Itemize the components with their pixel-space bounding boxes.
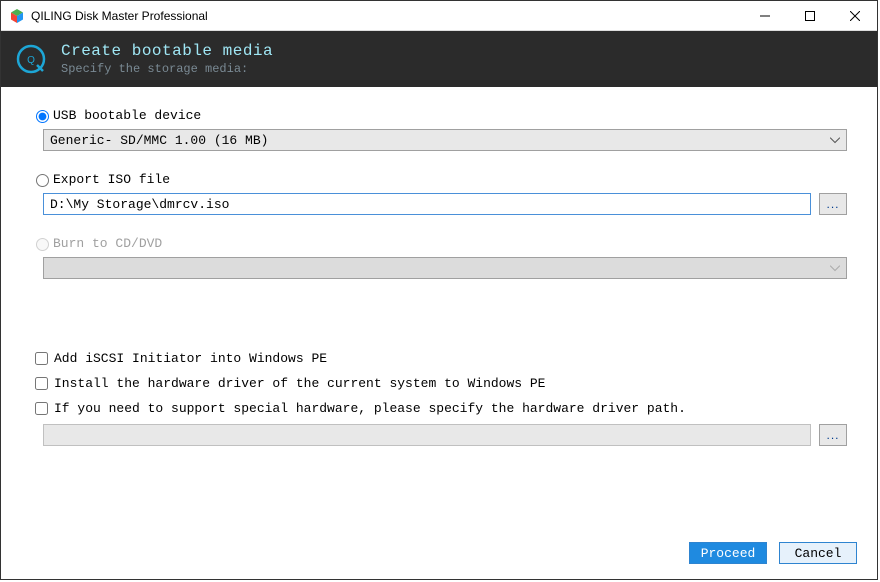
header-band: Q Create bootable media Specify the stor… bbox=[1, 31, 877, 87]
driver-path-input bbox=[43, 424, 811, 446]
radio-usb[interactable]: USB bootable device bbox=[31, 107, 847, 123]
checkbox-section: Add iSCSI Initiator into Windows PE Inst… bbox=[31, 349, 847, 446]
iso-browse-button[interactable]: ... bbox=[819, 193, 847, 215]
check-hw-driver[interactable]: Install the hardware driver of the curre… bbox=[31, 374, 847, 393]
radio-iso-label: Export ISO file bbox=[53, 172, 170, 187]
check-iscsi-input[interactable] bbox=[35, 352, 48, 365]
iso-path-input[interactable] bbox=[43, 193, 811, 215]
window-title: QILING Disk Master Professional bbox=[31, 9, 742, 23]
svg-text:Q: Q bbox=[27, 55, 35, 66]
check-special-hw-label: If you need to support special hardware,… bbox=[54, 401, 686, 416]
page-title: Create bootable media bbox=[61, 42, 273, 60]
radio-cd-input bbox=[36, 238, 49, 251]
radio-usb-label: USB bootable device bbox=[53, 108, 201, 123]
page-subtitle: Specify the storage media: bbox=[61, 62, 273, 76]
radio-iso-input[interactable] bbox=[36, 174, 49, 187]
radio-cd: Burn to CD/DVD bbox=[31, 235, 847, 251]
titlebar: QILING Disk Master Professional bbox=[1, 1, 877, 31]
check-special-hw[interactable]: If you need to support special hardware,… bbox=[31, 399, 847, 418]
app-icon bbox=[9, 8, 25, 24]
check-hw-driver-input[interactable] bbox=[35, 377, 48, 390]
usb-device-value: Generic- SD/MMC 1.00 (16 MB) bbox=[50, 133, 268, 148]
app-window: QILING Disk Master Professional Q Create… bbox=[0, 0, 878, 580]
header-text: Create bootable media Specify the storag… bbox=[61, 42, 273, 76]
radio-usb-input[interactable] bbox=[36, 110, 49, 123]
check-hw-driver-label: Install the hardware driver of the curre… bbox=[54, 376, 545, 391]
chevron-down-icon bbox=[830, 133, 840, 148]
opt-usb: USB bootable device Generic- SD/MMC 1.00… bbox=[31, 107, 847, 151]
chevron-down-icon bbox=[830, 261, 840, 276]
radio-iso[interactable]: Export ISO file bbox=[31, 171, 847, 187]
driver-path-browse-button[interactable]: ... bbox=[819, 424, 847, 446]
minimize-button[interactable] bbox=[742, 1, 787, 31]
content-area: USB bootable device Generic- SD/MMC 1.00… bbox=[1, 87, 877, 539]
radio-cd-label: Burn to CD/DVD bbox=[53, 236, 162, 251]
opt-iso: Export ISO file ... bbox=[31, 171, 847, 215]
usb-device-select[interactable]: Generic- SD/MMC 1.00 (16 MB) bbox=[43, 129, 847, 151]
cancel-button[interactable]: Cancel bbox=[779, 542, 857, 564]
check-iscsi[interactable]: Add iSCSI Initiator into Windows PE bbox=[31, 349, 847, 368]
close-button[interactable] bbox=[832, 1, 877, 31]
qiling-logo-icon: Q bbox=[15, 43, 47, 75]
footer: Proceed Cancel bbox=[1, 539, 877, 579]
check-special-hw-input[interactable] bbox=[35, 402, 48, 415]
cd-device-select bbox=[43, 257, 847, 279]
opt-cd: Burn to CD/DVD bbox=[31, 235, 847, 279]
maximize-button[interactable] bbox=[787, 1, 832, 31]
proceed-button[interactable]: Proceed bbox=[689, 542, 767, 564]
check-iscsi-label: Add iSCSI Initiator into Windows PE bbox=[54, 351, 327, 366]
